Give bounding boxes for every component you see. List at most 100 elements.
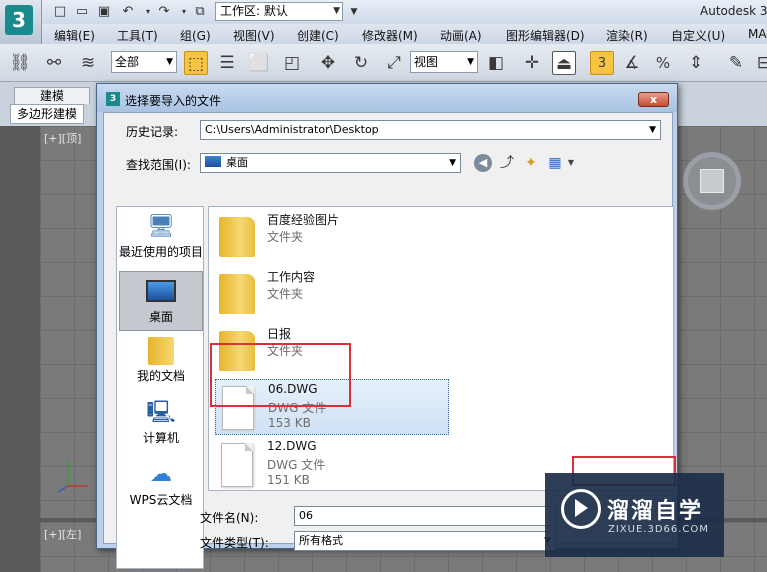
back-icon[interactable]: ◀ [474,154,492,172]
move-icon[interactable]: ✥ [316,51,340,75]
close-button[interactable]: x [638,92,669,107]
close-icon: x [649,93,658,106]
snaps-toggle-icon[interactable]: 3 [590,51,614,75]
dialog-title: 选择要导入的文件 [125,94,222,108]
place-label: 计算机 [142,431,179,445]
menu-rendering[interactable]: 渲染(R) [606,27,648,44]
menu-animation[interactable]: 动画(A) [440,27,482,44]
history-dropdown[interactable]: C:\Users\Administrator\Desktop ▼ [200,120,661,140]
keyboard-shortcut-override-icon[interactable]: ⏏ [552,51,576,75]
filename-input[interactable]: 06 [294,506,556,526]
filetype-dropdown[interactable]: 所有格式 ▼ [294,531,556,551]
polygon-modeling-panel[interactable]: 多边形建模 [10,104,84,124]
undo-dropdown-icon[interactable]: ▾ [140,4,156,20]
menu-edit[interactable]: 编辑(E) [54,27,95,44]
place-label: 桌面 [148,310,173,324]
history-label: 历史记录: [126,125,179,139]
app-logo-icon: 3 [106,92,120,106]
undo-icon[interactable]: ↶ [120,4,136,20]
menu-group[interactable]: 组(G) [180,27,211,44]
watermark: 溜溜自学 ZIXUE.3D66.COM [545,473,724,557]
angle-snap-icon[interactable]: ∡ [620,51,644,75]
place-label: 最近使用的项目 [119,245,204,259]
app-window: □ ▭ ▣ ↶ ▾ ↷ ▾ ⧉ 工作区: 默认 ▼ ▼ Autodesk 3 3… [0,0,767,572]
place-desktop[interactable]: 桌面 [119,271,203,331]
cloud-icon: ☁ [150,462,172,487]
redo-dropdown-icon[interactable]: ▾ [176,4,192,20]
file-size: 153 KB [268,416,311,430]
file-size: 151 KB [267,473,310,487]
pivot-center-icon[interactable]: ◧ [484,51,508,75]
workspace-dropdown[interactable]: 工作区: 默认 ▼ [215,2,343,21]
look-in-dropdown[interactable]: 桌面 ▼ [200,153,461,173]
file-type: DWG 文件 [267,458,326,472]
menu-customize[interactable]: 自定义(U) [671,27,725,44]
select-by-name-icon[interactable]: ☰ [215,51,239,75]
menu-graph-editors[interactable]: 图形编辑器(D) [506,27,585,44]
viewport-top-label[interactable]: [+][顶] [44,130,81,146]
reference-coord-dropdown[interactable]: 视图 ▼ [410,51,478,73]
viewcube-face-icon [700,169,724,193]
menu-modifiers[interactable]: 修改器(M) [362,27,418,44]
selection-filter-dropdown[interactable]: 全部 ▼ [111,51,177,73]
rect-selection-icon[interactable]: ⬜ [247,51,271,75]
selection-filter-value: 全部 [115,55,140,69]
recent-icon: 🖥 [147,214,175,239]
folder-icon [219,274,255,314]
select-object-icon[interactable]: ⬚ [184,51,208,75]
open-file-icon[interactable]: ▭ [74,4,90,20]
application-button[interactable]: 3 [0,0,42,44]
customize-dropdown-icon[interactable]: ▼ [346,4,362,20]
place-computer[interactable]: 🖳 计算机 [119,395,203,455]
title-bar: □ ▭ ▣ ↶ ▾ ↷ ▾ ⧉ 工作区: 默认 ▼ ▼ Autodesk 3 [0,0,767,24]
dialog-title-bar: 3 选择要导入的文件 x [97,84,677,112]
list-item[interactable]: 百度经验图片 文件夹 [215,209,449,265]
chevron-down-icon: ▼ [333,6,340,16]
save-icon[interactable]: ▣ [96,4,112,20]
place-documents[interactable]: 我的文档 [119,333,203,393]
filename-label: 文件名(N): [200,511,259,525]
viewcube[interactable] [683,152,741,210]
select-manipulate-icon[interactable]: ✛ [520,51,544,75]
watermark-name: 溜溜自学 [607,499,704,524]
computer-icon: 🖳 [146,400,176,425]
redo-icon[interactable]: ↷ [156,4,172,20]
link-icon[interactable]: ⛓ [8,51,32,75]
new-file-icon[interactable]: □ [52,4,68,20]
unlink-icon[interactable]: ⚯ [42,51,66,75]
chevron-down-icon: ▼ [449,158,456,168]
spinner-snap-icon[interactable]: ⇕ [684,51,708,75]
menu-maxscript[interactable]: MA [748,27,767,41]
history-value: C:\Users\Administrator\Desktop [205,123,379,136]
look-in-label: 查找范围(I): [126,158,191,172]
percent-snap-icon[interactable]: % [651,51,675,75]
list-item[interactable]: 工作内容 文件夹 [215,266,449,322]
list-item[interactable]: 12.DWG DWG 文件 151 KB [215,437,449,490]
place-recent[interactable]: 🖥 最近使用的项目 [119,209,203,269]
main-toolbar: ⛓ ⚯ ≋ 全部 ▼ ⬚ ☰ ⬜ ◰ ✥ ↻ ⤢ 视图 ▼ ◧ ✛ ⏏ 3 ∡ … [0,44,767,82]
desktop-icon [146,280,176,302]
project-folder-icon[interactable]: ⧉ [192,4,208,20]
chevron-down-icon[interactable]: ▼ [562,154,580,172]
scale-icon[interactable]: ⤢ [382,51,406,75]
viewport-left-label[interactable]: [+][左] [44,526,81,542]
chevron-down-icon: ▼ [467,57,474,67]
menu-views[interactable]: 视图(V) [233,27,275,44]
bind-space-warp-icon[interactable]: ≋ [76,51,100,75]
up-folder-icon[interactable]: ⤴ [498,154,516,172]
dwg-file-icon [221,443,253,487]
filename-value: 06 [299,509,313,522]
mirror-icon[interactable]: ⊟ [752,51,767,75]
file-name: 工作内容 [267,270,316,284]
new-folder-icon[interactable]: ✦ [522,154,540,172]
named-selection-icon[interactable]: ✎ [724,51,748,75]
window-crossing-icon[interactable]: ◰ [280,51,304,75]
menu-create[interactable]: 创建(C) [297,27,339,44]
tab-modeling[interactable]: 建模 [14,87,90,104]
place-wps-cloud[interactable]: ☁ WPS云文档 [119,457,203,517]
desktop-icon [205,156,221,167]
rotate-icon[interactable]: ↻ [349,51,373,75]
menu-tools[interactable]: 工具(T) [117,27,158,44]
place-label: 我的文档 [136,369,185,383]
snap-number: 3 [597,56,607,71]
